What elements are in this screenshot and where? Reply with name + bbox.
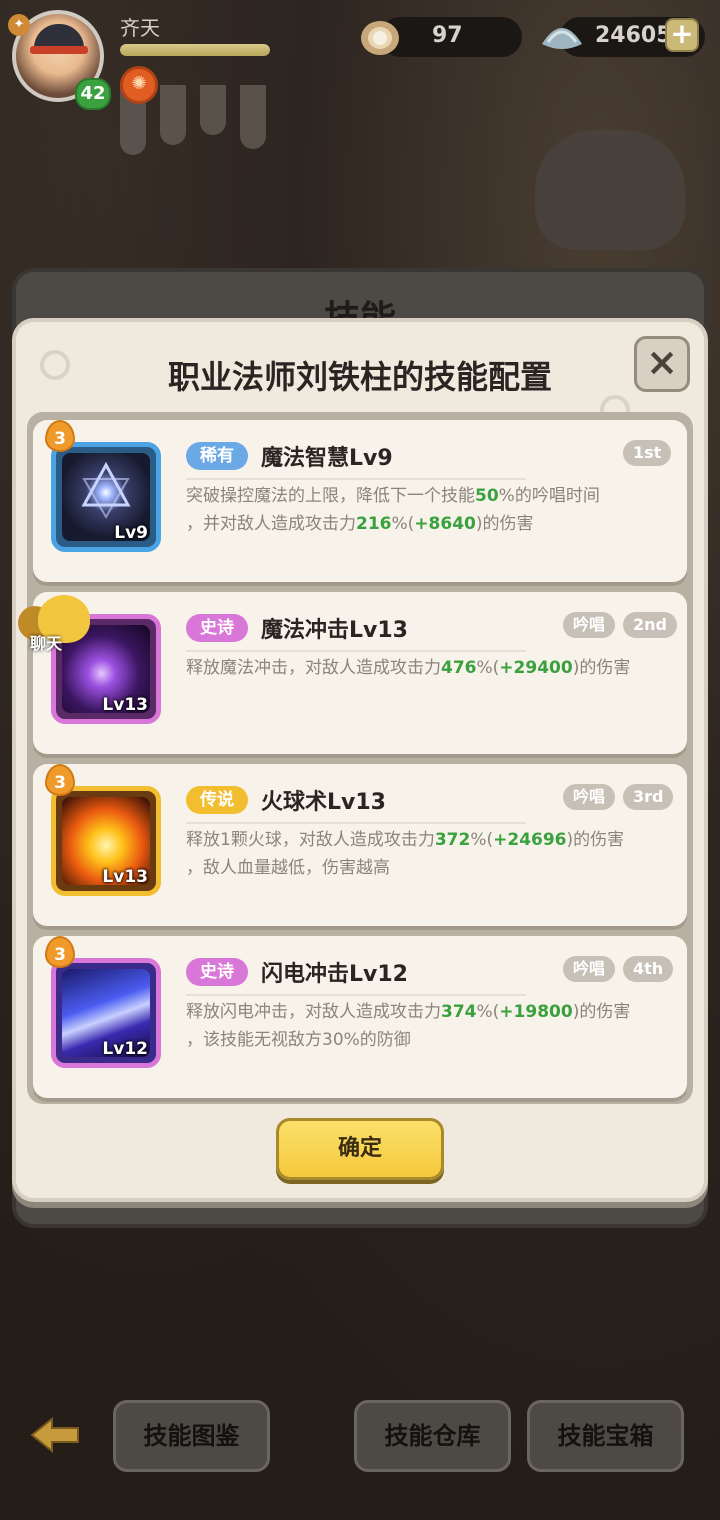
desc-text: )的伤害: [475, 514, 534, 534]
rarity-badge: 史诗: [186, 958, 248, 986]
close-button[interactable]: ×: [634, 336, 690, 392]
skill-compendium-button[interactable]: 技能图鉴: [113, 1400, 270, 1472]
pearl-counter: 97: [380, 17, 522, 57]
confirm-button[interactable]: 确定: [276, 1118, 444, 1180]
fang-decoration: [160, 85, 186, 145]
divider: [186, 994, 526, 996]
skill-description: 释放闪电冲击，对敌人造成攻击力374%(+19800)的伤害 ，该技能无视敌方3…: [186, 998, 666, 1054]
fire-badge-icon[interactable]: ✺: [120, 66, 158, 104]
shell-count: 24605: [595, 23, 672, 48]
rarity-badge: 稀有: [186, 442, 248, 470]
dialog-title: 职业法师刘铁柱的技能配置: [167, 358, 552, 396]
desc-text: %(: [476, 1002, 500, 1022]
add-currency-button[interactable]: +: [665, 18, 699, 52]
skill-name: 魔法冲击Lv13: [261, 618, 408, 643]
desc-text: %的吟唱时间: [498, 486, 600, 506]
fang-decoration: [240, 85, 266, 149]
rank-tag: 4th: [623, 956, 674, 982]
chant-tag: 吟唱: [563, 956, 616, 982]
skill-card-4[interactable]: Lv12 3 史诗 闪电冲击Lv12 吟唱 4th 释放闪电冲击，对敌人造成攻击…: [33, 936, 687, 1098]
desc-text: %(: [476, 658, 500, 678]
skill-description: 释放1颗火球，对敌人造成攻击力372%(+24696)的伤害 ，敌人血量越低，伤…: [186, 826, 666, 882]
divider: [186, 650, 526, 652]
desc-text: 释放闪电冲击，对敌人造成攻击力: [186, 1002, 441, 1022]
desc-value: 476: [441, 658, 477, 678]
desc-text: ，并对敌人造成攻击力: [186, 514, 356, 534]
exp-fill: [120, 44, 270, 56]
exp-bar: [120, 44, 270, 56]
skill-card-3[interactable]: Lv13 3 传说 火球术Lv13 吟唱 3rd 释放1颗火球，对敌人造成攻击力…: [33, 764, 687, 926]
skill-icon-level: Lv13: [102, 695, 148, 715]
skill-name: 火球术Lv13: [261, 790, 386, 815]
upgrade-drop-badge: 3: [45, 420, 75, 452]
skill-icon-frame: Lv12: [51, 958, 161, 1068]
rank-tag: 1st: [623, 440, 672, 466]
desc-text: )的伤害: [572, 658, 631, 678]
chant-tag: 吟唱: [563, 784, 616, 810]
desc-value: +24696: [493, 830, 567, 850]
desc-value: 50: [475, 486, 499, 506]
skill-icon-level: Lv9: [114, 523, 148, 543]
rarity-badge: 史诗: [186, 614, 248, 642]
pearl-shell-icon: [361, 21, 399, 55]
desc-value: 372: [434, 830, 471, 850]
divider: [186, 478, 526, 480]
skill-description: 突破操控魔法的上限，降低下一个技能50%的吟唱时间 ，并对敌人造成攻击力216%…: [186, 482, 666, 538]
skill-name: 闪电冲击Lv12: [261, 962, 408, 987]
desc-value: +29400: [499, 658, 573, 678]
desc-text: 释放魔法冲击，对敌人造成攻击力: [186, 658, 441, 678]
desc-text: ，该技能无视敌方30%的防御: [186, 1030, 411, 1050]
fang-decoration: [200, 85, 226, 135]
skill-icon-frame: Lv13: [51, 786, 161, 896]
player-name: 齐天: [120, 16, 160, 40]
player-level-badge: 42: [75, 78, 111, 110]
desc-text: )的伤害: [566, 830, 625, 850]
back-button[interactable]: [16, 1395, 96, 1475]
desc-text: 突破操控魔法的上限，降低下一个技能: [186, 486, 475, 506]
chat-label[interactable]: 聊天: [30, 630, 62, 654]
class-icon: ✦: [8, 14, 30, 36]
upgrade-drop-badge: 3: [45, 764, 75, 796]
chant-tag: 吟唱: [563, 612, 616, 638]
pearl-count: 97: [432, 23, 463, 48]
skill-chest-button[interactable]: 技能宝箱: [527, 1400, 684, 1472]
rank-tag: 3rd: [623, 784, 674, 810]
skill-name: 魔法智慧Lv9: [261, 446, 393, 471]
rank-tag: 2nd: [623, 612, 677, 638]
skull-decoration: [535, 130, 685, 250]
desc-text: 释放1颗火球，对敌人造成攻击力: [186, 830, 435, 850]
clam-shell-icon: [542, 28, 582, 49]
skill-icon-level: Lv13: [102, 867, 148, 887]
avatar-headband: [30, 46, 88, 54]
back-arrow-icon: [30, 1416, 79, 1454]
divider: [186, 822, 526, 824]
desc-value: 374: [441, 1002, 477, 1022]
desc-text: %(: [391, 514, 415, 534]
upgrade-drop-badge: 3: [45, 936, 75, 968]
skill-description: 释放魔法冲击，对敌人造成攻击力476%(+29400)的伤害: [186, 654, 666, 682]
desc-text: )的伤害: [572, 1002, 631, 1022]
desc-value: 216: [356, 514, 392, 534]
desc-text: ，敌人血量越低，伤害越高: [186, 858, 390, 878]
desc-value: +8640: [414, 514, 476, 534]
skill-warehouse-button[interactable]: 技能仓库: [354, 1400, 511, 1472]
skill-card-1[interactable]: Lv9 3 稀有 魔法智慧Lv9 1st 突破操控魔法的上限，降低下一个技能50…: [33, 420, 687, 582]
rarity-badge: 传说: [186, 786, 248, 814]
desc-text: %(: [470, 830, 494, 850]
skill-icon-frame: Lv9: [51, 442, 161, 552]
skill-icon-level: Lv12: [102, 1039, 148, 1059]
desc-value: +19800: [499, 1002, 573, 1022]
skill-card-2[interactable]: Lv13 史诗 魔法冲击Lv13 吟唱 2nd 释放魔法冲击，对敌人造成攻击力4…: [33, 592, 687, 754]
